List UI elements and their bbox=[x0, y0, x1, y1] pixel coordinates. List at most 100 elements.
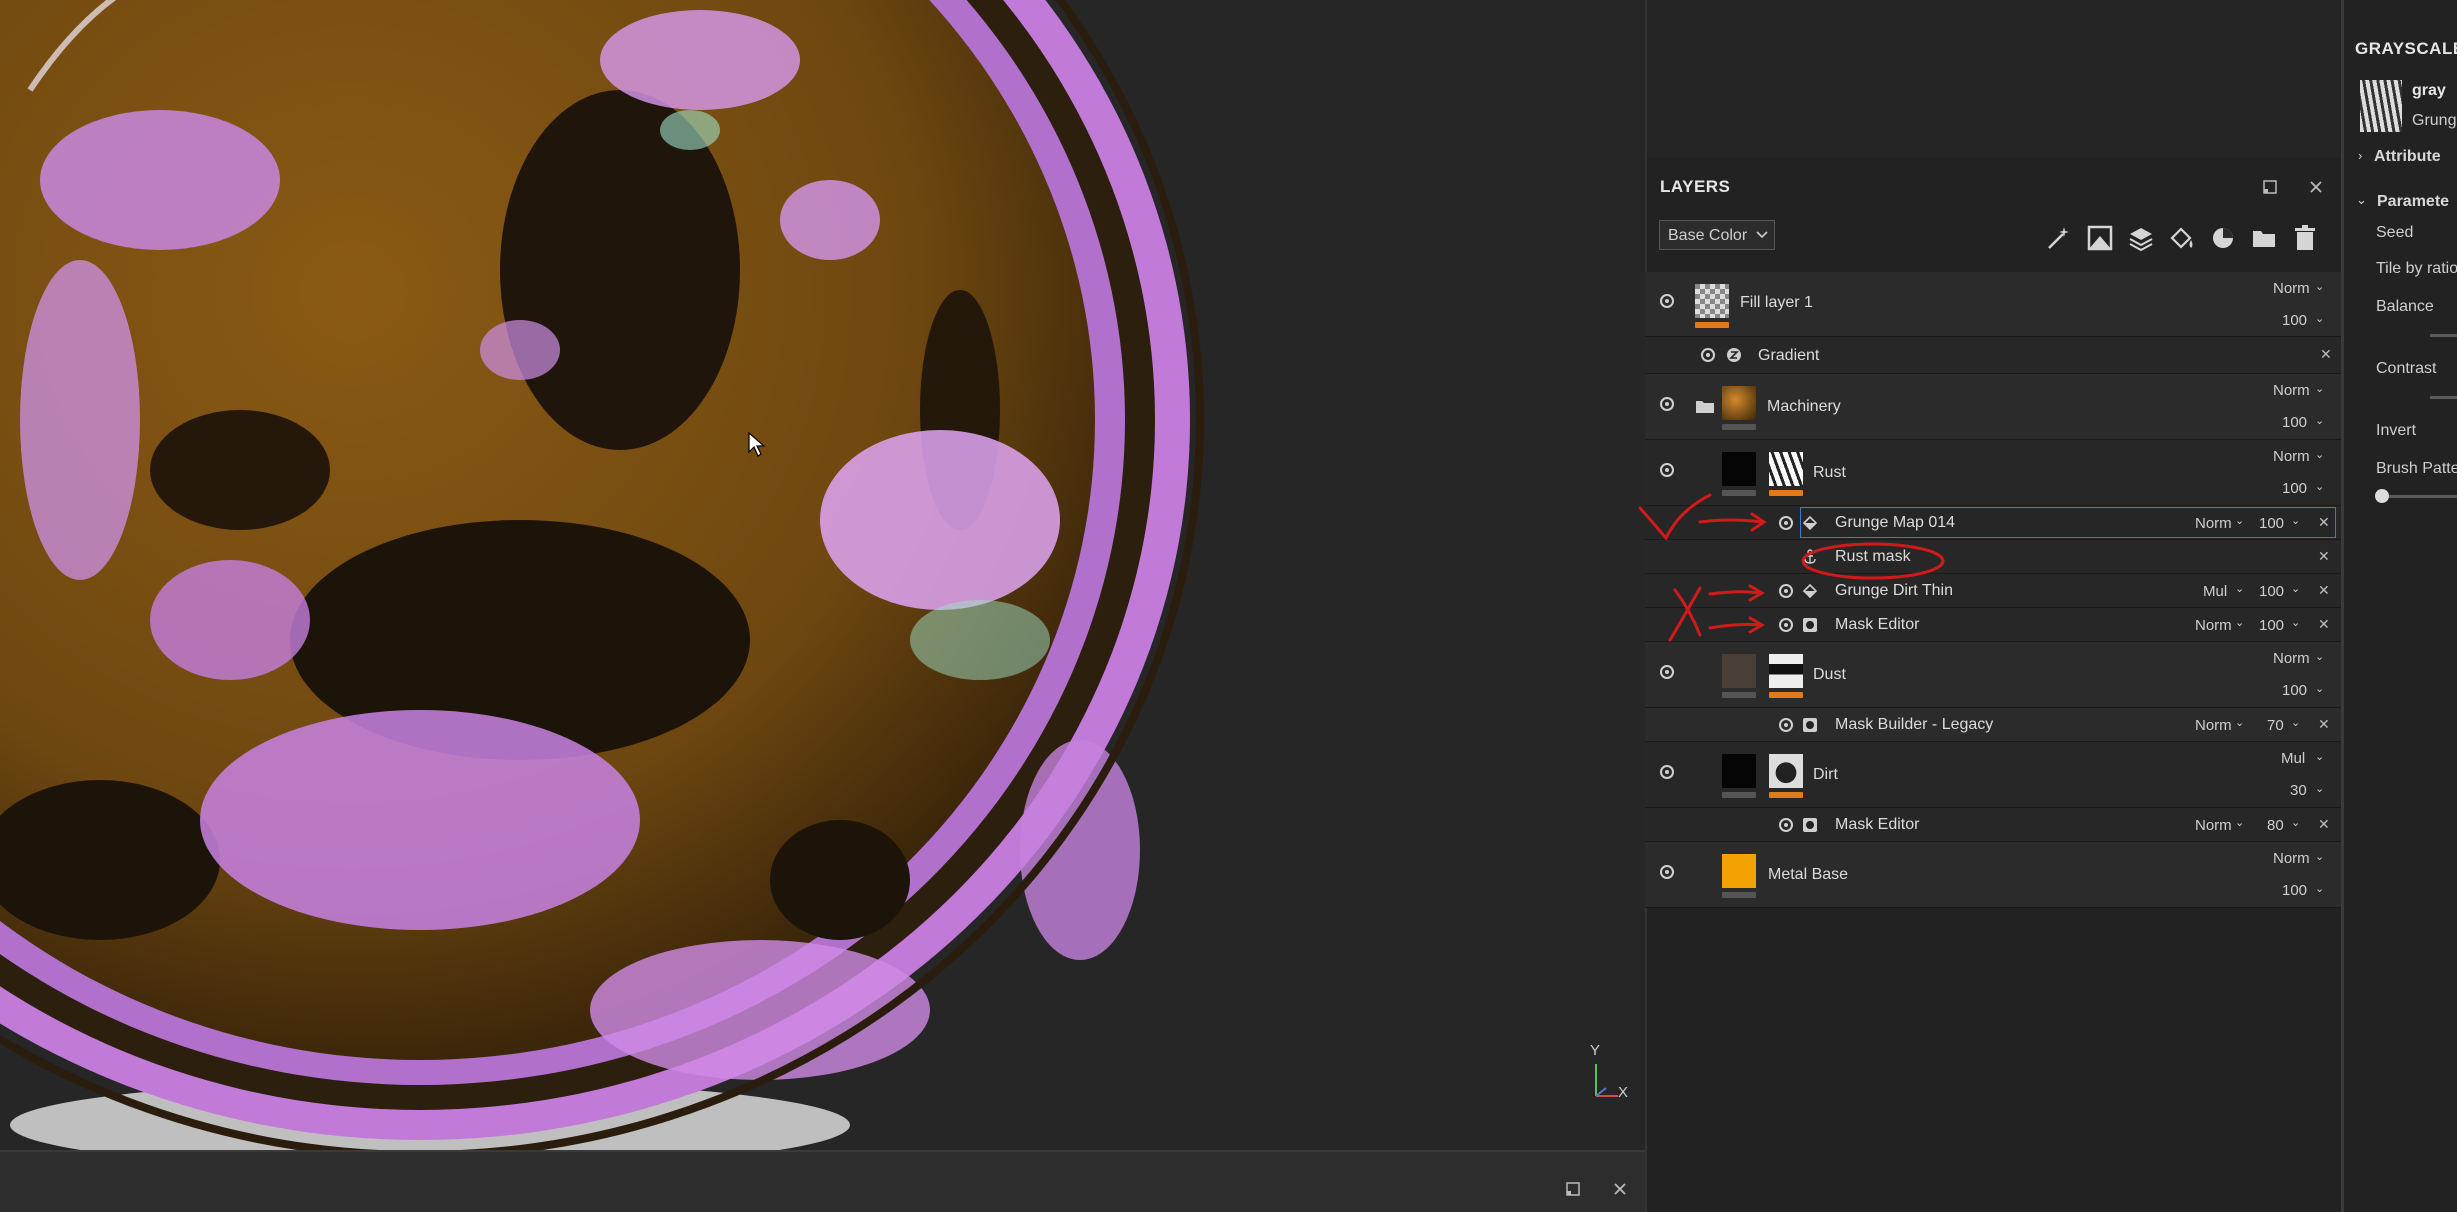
remove-icon[interactable]: ✕ bbox=[2318, 616, 2330, 633]
blend-mode[interactable]: Norm bbox=[2273, 850, 2310, 867]
opacity-value[interactable]: 70 bbox=[2267, 717, 2284, 734]
axis-x-label: X bbox=[1618, 1084, 1629, 1101]
opacity-value[interactable]: 100 bbox=[2259, 583, 2284, 600]
resource-thumbnail[interactable] bbox=[2360, 80, 2402, 132]
brush-pattern-slider[interactable] bbox=[2380, 495, 2457, 498]
param-brush-pattern: Brush Patte bbox=[2376, 460, 2457, 477]
visibility-toggle[interactable] bbox=[1660, 463, 1674, 477]
effect-row-gradient[interactable]: Gradient ✕ bbox=[1645, 337, 2341, 374]
layer-thumbnail bbox=[1722, 654, 1756, 688]
remove-icon[interactable]: ✕ bbox=[2318, 514, 2330, 531]
layer-name: Dirt bbox=[1813, 766, 1838, 783]
undock-icon[interactable] bbox=[2263, 180, 2277, 194]
add-effect-icon[interactable] bbox=[2045, 224, 2073, 252]
blend-mode[interactable]: Norm bbox=[2273, 650, 2310, 667]
remove-icon[interactable]: ✕ bbox=[2318, 716, 2330, 733]
axis-y-label: Y bbox=[1590, 1042, 1601, 1059]
add-mask-icon[interactable] bbox=[2086, 224, 2114, 252]
section-parameters[interactable]: Paramete bbox=[2377, 193, 2449, 211]
layer-indicator bbox=[1722, 692, 1756, 698]
visibility-toggle[interactable] bbox=[1660, 865, 1674, 879]
maximize-icon[interactable] bbox=[1566, 1182, 1580, 1196]
opacity-value[interactable]: 100 bbox=[2282, 414, 2307, 431]
effect-name: Mask Builder - Legacy bbox=[1835, 716, 1994, 733]
blend-mode[interactable]: Mul bbox=[2203, 583, 2227, 600]
effect-row-mask-builder-legacy[interactable]: Mask Builder - Legacy Norm ⌄ 70 ⌄ ✕ bbox=[1645, 708, 2341, 742]
blend-mode[interactable]: Mul bbox=[2281, 750, 2305, 767]
chevron-down-icon: ⌄ bbox=[2315, 281, 2325, 293]
remove-icon[interactable]: ✕ bbox=[2318, 582, 2330, 599]
folder-row-machinery[interactable]: Machinery Norm ⌄ 100 ⌄ bbox=[1645, 374, 2341, 440]
chevron-down-icon: ⌄ bbox=[2291, 617, 2301, 629]
opacity-value[interactable]: 100 bbox=[2259, 617, 2284, 634]
panel-title: GRAYSCALE bbox=[2355, 39, 2457, 58]
3d-viewport[interactable]: Y X bbox=[0, 0, 1645, 1150]
axis-gizmo: Y X bbox=[1580, 1042, 1630, 1112]
chevron-down-icon: ⌄ bbox=[2291, 515, 2301, 527]
mask-indicator bbox=[1722, 424, 1756, 430]
chevron-down-icon[interactable]: ⌄ bbox=[2356, 192, 2367, 208]
delete-layer-icon[interactable] bbox=[2291, 224, 2319, 252]
blend-mode[interactable]: Norm bbox=[2195, 617, 2232, 634]
chevron-right-icon[interactable]: › bbox=[2358, 148, 2362, 163]
opacity-value[interactable]: 100 bbox=[2282, 312, 2307, 329]
layer-row-dust[interactable]: Dust Norm ⌄ 100 ⌄ bbox=[1645, 642, 2341, 708]
chevron-down-icon: ⌄ bbox=[2315, 851, 2325, 863]
opacity-value[interactable]: 30 bbox=[2290, 782, 2307, 799]
opacity-value[interactable]: 100 bbox=[2282, 682, 2307, 699]
remove-icon[interactable]: ✕ bbox=[2320, 346, 2332, 363]
chevron-down-icon: ⌄ bbox=[2235, 717, 2245, 729]
layer-name: Fill layer 1 bbox=[1740, 294, 1813, 311]
opacity-value[interactable]: 100 bbox=[2259, 515, 2284, 532]
section-attributes[interactable]: Attribute bbox=[2374, 148, 2441, 166]
opacity-value[interactable]: 100 bbox=[2282, 480, 2307, 497]
visibility-toggle[interactable] bbox=[1779, 718, 1793, 732]
param-tile-by-ratio: Tile by ratio bbox=[2376, 260, 2457, 277]
close-icon[interactable] bbox=[1613, 1182, 1627, 1196]
slider-handle[interactable] bbox=[2375, 489, 2389, 503]
layer-row-metal-base[interactable]: Metal Base Norm ⌄ 100 ⌄ bbox=[1645, 842, 2341, 908]
add-fill-layer-icon[interactable] bbox=[2168, 224, 2196, 252]
add-layer-icon[interactable] bbox=[2127, 224, 2155, 252]
blend-mode[interactable]: Norm bbox=[2273, 382, 2310, 399]
close-icon[interactable] bbox=[2309, 180, 2323, 194]
visibility-toggle[interactable] bbox=[1660, 765, 1674, 779]
chevron-down-icon: ⌄ bbox=[2315, 481, 2325, 493]
layer-thumbnail bbox=[1722, 854, 1756, 888]
mask-thumbnail bbox=[1769, 654, 1803, 688]
add-smart-material-icon[interactable] bbox=[2209, 224, 2237, 252]
remove-icon[interactable]: ✕ bbox=[2318, 548, 2330, 565]
contrast-slider[interactable] bbox=[2430, 396, 2457, 399]
chevron-down-icon: ⌄ bbox=[2291, 817, 2301, 829]
blend-mode[interactable]: Norm bbox=[2195, 717, 2232, 734]
mask-indicator bbox=[1769, 692, 1803, 698]
visibility-toggle[interactable] bbox=[1660, 294, 1674, 308]
effect-name: Mask Editor bbox=[1835, 816, 1920, 833]
layer-row-dirt[interactable]: Dirt Mul ⌄ 30 ⌄ bbox=[1645, 742, 2341, 808]
balance-slider[interactable] bbox=[2430, 334, 2457, 337]
chevron-down-icon: ⌄ bbox=[2315, 651, 2325, 663]
layer-indicator bbox=[1722, 792, 1756, 798]
visibility-toggle[interactable] bbox=[1660, 665, 1674, 679]
remove-icon[interactable]: ✕ bbox=[2318, 816, 2330, 833]
layer-name: Machinery bbox=[1767, 398, 1841, 415]
layer-row-fill-layer-1[interactable]: Fill layer 1 Norm ⌄ 100 ⌄ bbox=[1645, 272, 2341, 337]
chevron-down-icon: ⌄ bbox=[2235, 617, 2245, 629]
opacity-value[interactable]: 80 bbox=[2267, 817, 2284, 834]
chevron-down-icon: ⌄ bbox=[2315, 383, 2325, 395]
visibility-toggle[interactable] bbox=[1660, 397, 1674, 411]
chevron-down-icon: ⌄ bbox=[2315, 415, 2325, 427]
folder-thumbnail bbox=[1722, 386, 1756, 420]
blend-mode[interactable]: Norm bbox=[2273, 448, 2310, 465]
visibility-toggle[interactable] bbox=[1779, 818, 1793, 832]
blend-mode[interactable]: Norm bbox=[2195, 515, 2232, 532]
add-folder-icon[interactable] bbox=[2250, 224, 2278, 252]
mask-builder-icon bbox=[1803, 718, 1817, 732]
channel-select[interactable]: Base Color bbox=[1659, 220, 1775, 250]
visibility-toggle[interactable] bbox=[1701, 348, 1715, 362]
blend-mode[interactable]: Norm bbox=[2273, 280, 2310, 297]
effect-row-mask-editor[interactable]: Mask Editor Norm ⌄ 80 ⌄ ✕ bbox=[1645, 808, 2341, 842]
opacity-value[interactable]: 100 bbox=[2282, 882, 2307, 899]
properties-panel: GRAYSCALE gray Grung › Attribute ⌄ Param… bbox=[2341, 0, 2457, 1212]
blend-mode[interactable]: Norm bbox=[2195, 817, 2232, 834]
